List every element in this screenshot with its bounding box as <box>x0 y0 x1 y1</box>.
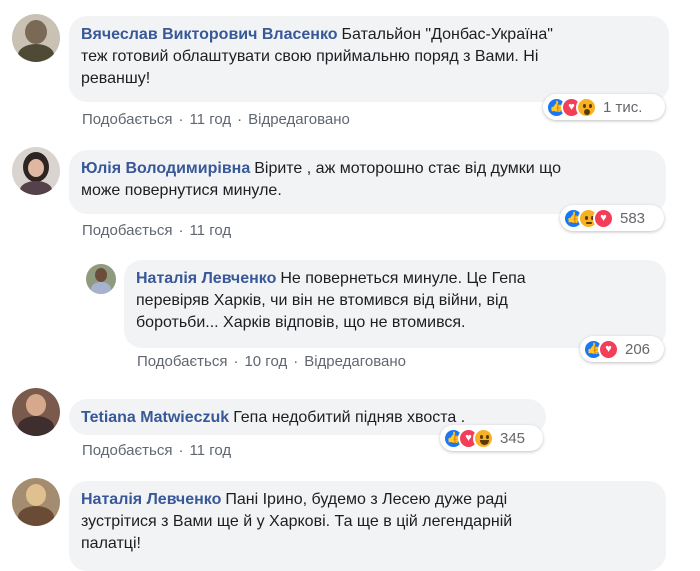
avatar[interactable] <box>86 264 116 294</box>
reaction-count: 583 <box>620 209 646 227</box>
reaction-summary[interactable]: 👍 ♥ 1 тис. <box>543 94 665 120</box>
comment-text: перевіряв Харків, чи він не втомився від… <box>136 292 508 309</box>
timestamp[interactable]: 11 год <box>189 442 231 459</box>
comment-text: боротьби... Харків відповів, що не втоми… <box>136 314 466 331</box>
like-link[interactable]: Подобається <box>137 353 227 370</box>
timestamp[interactable]: 11 год <box>189 111 231 128</box>
comment-text: може повернутися минуле. <box>81 182 282 199</box>
reaction-count: 206 <box>625 340 651 358</box>
love-icon: ♥ <box>598 338 619 360</box>
comment-text: теж готовий облаштувати свою приймальню … <box>81 48 539 65</box>
avatar[interactable] <box>12 14 60 62</box>
comment-actions: Подобається · 11 год <box>82 442 232 459</box>
comment-text: реваншу! <box>81 70 151 87</box>
avatar[interactable] <box>12 147 60 195</box>
comment-bubble: Наталія Левченко Не повернеться минуле. Ц… <box>124 260 666 348</box>
comment-bubble: Наталія Левченко Пані Ірино, будемо з Лес… <box>69 481 666 571</box>
edited-label[interactable]: Відредаговано <box>304 353 406 370</box>
comment-text: Не повернеться минуле. Це Гепа <box>280 270 526 287</box>
comment-author[interactable]: Наталія Левченко <box>136 270 276 287</box>
wow-icon <box>576 96 597 118</box>
like-link[interactable]: Подобається <box>82 222 172 239</box>
comment-text: палатці! <box>81 535 141 552</box>
timestamp[interactable]: 10 год <box>244 353 287 370</box>
reaction-count: 345 <box>500 429 526 447</box>
comment-text: Пані Ірино, будемо з Лесею дуже раді <box>225 491 508 508</box>
comment-author[interactable]: Наталія Левченко <box>81 491 221 508</box>
like-link[interactable]: Подобається <box>82 442 172 459</box>
reaction-summary[interactable]: 👍 ♥ 345 <box>440 425 543 451</box>
reaction-summary[interactable]: 👍 ♥ 206 <box>580 336 664 362</box>
reaction-count: 1 тис. <box>603 98 643 116</box>
edited-label[interactable]: Відредаговано <box>248 111 350 128</box>
comment-actions: Подобається · 10 год · Відредаговано <box>137 353 407 370</box>
comment-text: зустрітися з Вами ще й у Харкові. Та ще … <box>81 513 513 530</box>
comment-author[interactable]: Tetiana Matwieczuk <box>81 409 229 426</box>
reaction-summary[interactable]: 👍 ♥ 583 <box>560 205 664 231</box>
haha-icon <box>473 427 494 449</box>
comment-actions: Подобається · 11 год · Відредаговано <box>82 111 350 128</box>
comment-author[interactable]: Вячеслав Викторович Власенко <box>81 26 338 43</box>
comment-text: Батальйон "Донбас-Україна" <box>341 26 553 43</box>
like-link[interactable]: Подобається <box>82 111 172 128</box>
comment-actions: Подобається · 11 год <box>82 222 232 239</box>
comment-author[interactable]: Юлія Володимирівна <box>81 160 250 177</box>
comment-text: Гепа недобитий підняв хвоста . <box>233 409 466 426</box>
love-icon: ♥ <box>593 207 614 229</box>
timestamp[interactable]: 11 год <box>189 222 231 239</box>
avatar[interactable] <box>12 478 60 526</box>
comment-bubble: Вячеслав Викторович Власенко Батальйон "Д… <box>69 16 669 102</box>
comment-text: Вірите , аж моторошно стає від думки що <box>254 160 562 177</box>
avatar[interactable] <box>12 388 60 436</box>
